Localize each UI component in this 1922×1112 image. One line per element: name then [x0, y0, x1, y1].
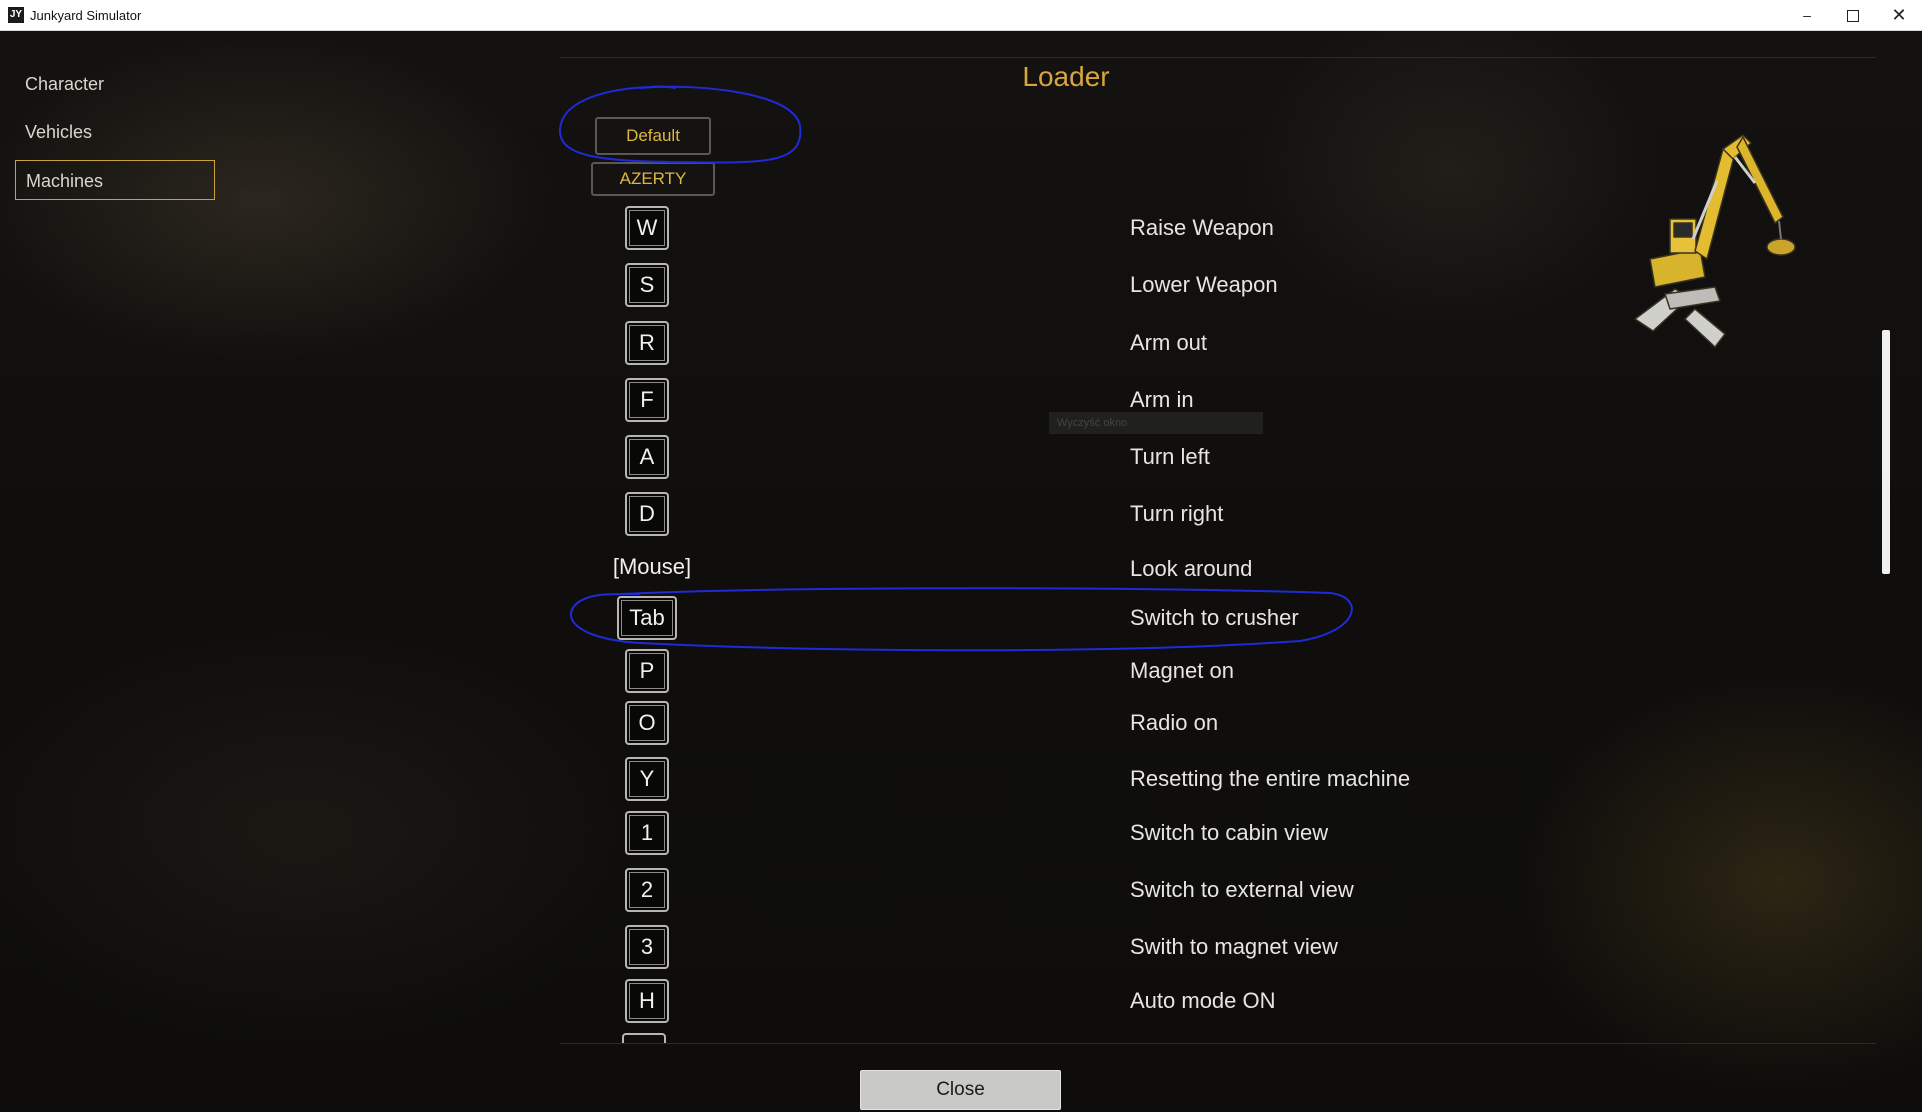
maximize-button[interactable] — [1830, 0, 1876, 30]
keycap[interactable]: R — [625, 321, 669, 365]
default-layout-button[interactable]: Default — [595, 117, 711, 155]
key-cell[interactable]: F — [600, 376, 694, 424]
action-label: Switch to external view — [1130, 877, 1354, 902]
top-divider — [560, 57, 1876, 58]
keycap[interactable]: D — [625, 492, 669, 536]
maximize-icon — [1847, 10, 1859, 23]
action-label: Turn right — [1130, 501, 1224, 526]
key-cell[interactable]: 2 — [600, 866, 694, 914]
keycap[interactable]: H — [625, 979, 669, 1023]
action-label: Resetting the entire machine — [1130, 766, 1411, 791]
game-screen: Character Vehicles Machines Loader Defau… — [0, 31, 1922, 1112]
keycap[interactable]: 1 — [625, 811, 669, 855]
key-cell[interactable]: A — [600, 433, 694, 481]
keycap[interactable]: S — [625, 263, 669, 307]
sidebar-item-machines[interactable]: Machines — [15, 160, 215, 200]
action-label: Look around — [1130, 556, 1253, 581]
key-cell[interactable]: [Mouse] — [590, 545, 714, 593]
close-window-button[interactable]: ✕ — [1876, 0, 1922, 30]
app-icon: JY — [8, 7, 24, 23]
keycap[interactable]: 3 — [625, 925, 669, 969]
close-button[interactable]: Close — [860, 1070, 1061, 1110]
keycap[interactable]: Y — [625, 757, 669, 801]
action-label: Radio on — [1130, 710, 1219, 735]
keycap[interactable]: A — [625, 435, 669, 479]
sidebar-item-character[interactable]: Character — [15, 64, 215, 104]
action-label: Magnet on — [1130, 658, 1234, 683]
keycap[interactable]: P — [625, 649, 669, 693]
azerty-layout-button[interactable]: AZERTY — [591, 162, 715, 196]
loader-machine-image — [1634, 134, 1796, 348]
tooltip: Wyczyść okno — [1049, 412, 1263, 434]
action-label: Turn left — [1130, 444, 1210, 469]
action-label: Lower Weapon — [1130, 272, 1278, 297]
scrollbar[interactable] — [1882, 330, 1890, 574]
keycap[interactable]: 2 — [625, 868, 669, 912]
key-cell[interactable]: P — [600, 647, 694, 695]
keycap[interactable]: W — [625, 206, 669, 250]
window-title: Junkyard Simulator — [30, 8, 142, 23]
bottom-divider — [560, 1043, 1876, 1044]
mouse-key-label[interactable]: [Mouse] — [607, 547, 697, 591]
key-cell[interactable]: 1 — [600, 809, 694, 857]
key-cell[interactable]: Tab — [600, 594, 694, 642]
page-title: Loader — [1022, 61, 1110, 92]
action-label: Raise Weapon — [1130, 215, 1274, 240]
key-cell[interactable]: D — [600, 490, 694, 538]
action-label: Switch to cabin view — [1130, 820, 1329, 845]
keycap-partial — [622, 1033, 666, 1043]
key-cell[interactable]: H — [600, 977, 694, 1025]
keycap[interactable]: Tab — [617, 596, 677, 640]
key-cell[interactable]: W — [600, 204, 694, 252]
keycap[interactable]: O — [625, 701, 669, 745]
keycap[interactable]: F — [625, 378, 669, 422]
title-bar: JY Junkyard Simulator – ✕ — [0, 0, 1922, 31]
key-cell[interactable]: R — [600, 319, 694, 367]
key-cell[interactable]: S — [600, 261, 694, 309]
key-cell[interactable]: O — [600, 699, 694, 747]
minimize-button[interactable]: – — [1784, 0, 1830, 30]
key-cell[interactable]: Y — [600, 755, 694, 803]
action-label: Arm out — [1130, 330, 1208, 355]
action-label: Switch to crusher — [1130, 605, 1299, 630]
clipped-key-row — [622, 1033, 670, 1043]
sidebar-item-vehicles[interactable]: Vehicles — [15, 112, 215, 152]
key-cell[interactable]: 3 — [600, 923, 694, 971]
action-label: Auto mode ON — [1130, 988, 1276, 1013]
action-label: Swith to magnet view — [1130, 934, 1338, 959]
